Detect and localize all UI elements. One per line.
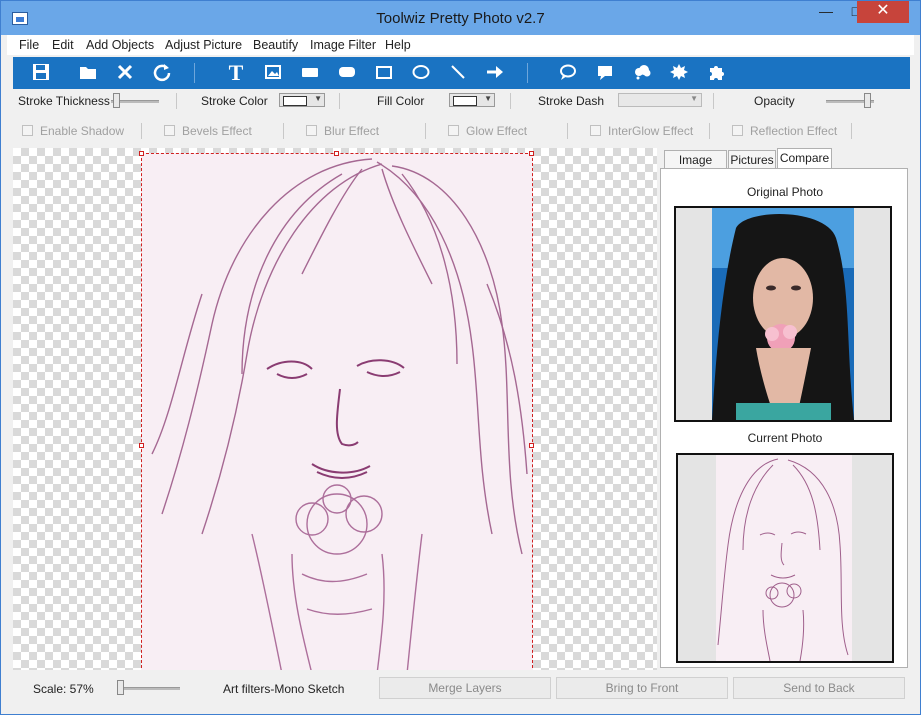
- toolbar-separator: [527, 63, 528, 83]
- stroke-thickness-slider-thumb[interactable]: [113, 93, 120, 108]
- opacity-slider-thumb[interactable]: [864, 93, 871, 108]
- reflection-effect-label: Reflection Effect: [750, 124, 838, 138]
- enable-shadow-label: Enable Shadow: [40, 124, 125, 138]
- speech-bubble-icon[interactable]: [557, 62, 579, 84]
- cloud-icon[interactable]: [631, 62, 653, 84]
- bring-to-front-button[interactable]: Bring to Front: [556, 677, 728, 699]
- enable-shadow-checkbox[interactable]: [22, 125, 33, 136]
- separator: [510, 93, 511, 109]
- chevron-down-icon: ▼: [314, 94, 322, 103]
- active-filter-label: Art filters-Mono Sketch: [223, 682, 345, 696]
- delete-icon[interactable]: [114, 62, 136, 84]
- original-photo-label: Original Photo: [746, 185, 824, 199]
- original-photo-image: [676, 208, 890, 420]
- fill-color-swatch: [453, 96, 477, 106]
- rectangle-icon[interactable]: [299, 62, 321, 84]
- separator: [283, 123, 284, 139]
- glow-effect-label: Glow Effect: [466, 124, 528, 138]
- close-button[interactable]: ✕: [857, 1, 909, 23]
- line-icon[interactable]: [447, 62, 469, 84]
- resize-handle[interactable]: [139, 151, 144, 156]
- current-photo-label: Current Photo: [747, 431, 823, 445]
- separator: [709, 123, 710, 139]
- separator: [141, 123, 142, 139]
- starburst-icon[interactable]: [668, 62, 690, 84]
- send-to-back-button[interactable]: Send to Back: [733, 677, 905, 699]
- main-toolbar: T: [13, 57, 910, 89]
- callout-icon[interactable]: [594, 62, 616, 84]
- stroke-dash-label: Stroke Dash: [538, 94, 605, 108]
- stroke-color-label: Stroke Color: [201, 94, 268, 108]
- resize-handle[interactable]: [334, 151, 339, 156]
- current-photo-frame: [676, 453, 894, 663]
- separator: [713, 93, 714, 109]
- resize-handle[interactable]: [529, 443, 534, 448]
- fill-color-label: Fill Color: [377, 94, 425, 108]
- original-photo-frame: [674, 206, 892, 422]
- current-photo-image: [678, 455, 892, 661]
- save-icon[interactable]: [30, 62, 52, 84]
- scale-slider[interactable]: [118, 687, 180, 690]
- fill-color-picker[interactable]: ▼: [449, 93, 495, 107]
- reflection-effect-checkbox[interactable]: [732, 125, 743, 136]
- menu-adjust-picture[interactable]: Adjust Picture: [165, 38, 242, 52]
- menu-bar: File Edit Add Objects Adjust Picture Bea…: [7, 35, 914, 55]
- stroke-color-picker[interactable]: ▼: [279, 93, 325, 107]
- square-outline-icon[interactable]: [373, 62, 395, 84]
- title-bar[interactable]: Toolwiz Pretty Photo v2.7 — □ ✕: [1, 1, 920, 35]
- bevels-effect-checkbox[interactable]: [164, 125, 175, 136]
- chevron-down-icon: ▼: [690, 94, 698, 103]
- window-title: Toolwiz Pretty Photo v2.7: [376, 10, 545, 27]
- merge-layers-button[interactable]: Merge Layers: [379, 677, 551, 699]
- separator: [176, 93, 177, 109]
- menu-help[interactable]: Help: [385, 38, 411, 52]
- ellipse-icon[interactable]: [410, 62, 432, 84]
- stroke-thickness-label: Stroke Thickness: [18, 94, 110, 108]
- scale-slider-thumb[interactable]: [117, 680, 124, 695]
- separator: [567, 123, 568, 139]
- tab-pictures[interactable]: Pictures: [728, 150, 776, 169]
- toolbar-separator: [194, 63, 195, 83]
- app-window: Toolwiz Pretty Photo v2.7 — □ ✕ File Edi…: [0, 0, 921, 715]
- separator: [339, 93, 340, 109]
- blur-effect-checkbox[interactable]: [306, 125, 317, 136]
- side-panel: Image Filter Pictures Compare Original P…: [658, 148, 910, 670]
- separator: [425, 123, 426, 139]
- opacity-label: Opacity: [754, 94, 795, 108]
- rounded-rectangle-icon[interactable]: [336, 62, 358, 84]
- bevels-effect-label: Bevels Effect: [182, 124, 252, 138]
- status-bar: Scale: 57% Art filters-Mono Sketch Merge…: [13, 671, 910, 705]
- puzzle-icon[interactable]: [705, 62, 727, 84]
- stroke-color-swatch: [283, 96, 307, 106]
- menu-add-objects[interactable]: Add Objects: [86, 38, 154, 52]
- property-bar: Stroke Thickness Stroke Color ▼ Fill Col…: [13, 89, 910, 147]
- sketch-portrait-image: [151, 158, 528, 670]
- glow-effect-checkbox[interactable]: [448, 125, 459, 136]
- text-icon[interactable]: T: [225, 62, 247, 84]
- open-folder-icon[interactable]: [77, 62, 99, 84]
- scale-readout: Scale: 57%: [33, 682, 94, 696]
- sketch-photo-layer[interactable]: [141, 153, 533, 670]
- chevron-down-icon: ▼: [484, 94, 492, 103]
- menu-file[interactable]: File: [19, 38, 39, 52]
- arrow-icon[interactable]: [484, 62, 506, 84]
- picture-icon[interactable]: [262, 62, 284, 84]
- compare-panel: Original Photo Current Photo: [660, 168, 908, 668]
- stroke-dash-dropdown[interactable]: ▼: [618, 93, 702, 107]
- minimize-button[interactable]: —: [809, 1, 843, 23]
- menu-edit[interactable]: Edit: [52, 38, 74, 52]
- interglow-effect-label: InterGlow Effect: [608, 124, 694, 138]
- canvas-area[interactable]: [13, 148, 657, 670]
- tab-compare[interactable]: Compare: [777, 148, 832, 169]
- refresh-icon[interactable]: [151, 62, 173, 84]
- interglow-effect-checkbox[interactable]: [590, 125, 601, 136]
- resize-handle[interactable]: [529, 151, 534, 156]
- resize-handle[interactable]: [139, 443, 144, 448]
- tab-image-filter[interactable]: Image Filter: [664, 150, 727, 185]
- menu-beautify[interactable]: Beautify: [253, 38, 298, 52]
- menu-image-filter[interactable]: Image Filter: [310, 38, 376, 52]
- separator: [851, 123, 852, 139]
- blur-effect-label: Blur Effect: [324, 124, 380, 138]
